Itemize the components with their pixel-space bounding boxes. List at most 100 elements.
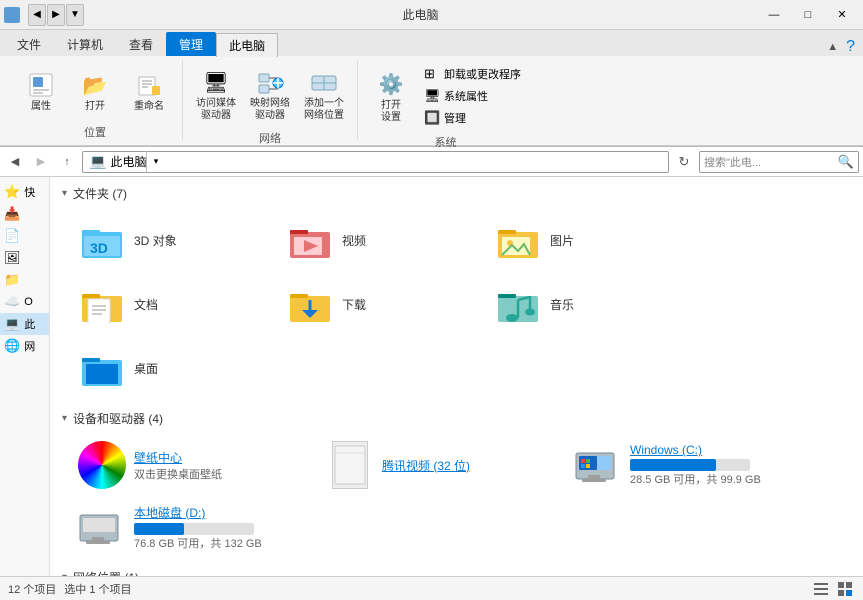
tencent-video-item[interactable]: 腾讯视频 (32 位) — [320, 437, 560, 493]
address-bar: ◀ ▶ ↑ 💻 此电脑 ▾ ↻ 搜索"此电... 🔍 — [0, 147, 863, 177]
grid-view-button[interactable] — [835, 579, 855, 599]
rename-button[interactable]: 重命名 — [124, 67, 174, 115]
system-properties-button[interactable]: 🖥 系统属性 — [420, 86, 525, 106]
properties-button[interactable]: 属性 — [16, 67, 66, 115]
drive-c-item[interactable]: Windows (C:) 28.5 GB 可用，共 99.9 GB — [568, 437, 828, 493]
tencent-video-name: 腾讯视频 (32 位) — [382, 457, 470, 474]
up-button[interactable]: ↑ — [56, 151, 78, 173]
tab-manage[interactable]: 管理 — [166, 32, 216, 56]
tab-computer[interactable]: 计算机 — [54, 32, 116, 56]
drive-d-item[interactable]: 本地磁盘 (D:) 76.8 GB 可用，共 132 GB — [72, 499, 312, 555]
folder-desktop-item[interactable]: 桌面 — [72, 340, 272, 396]
address-dropdown[interactable]: ▾ — [146, 151, 164, 173]
uninstall-button[interactable]: ⊞ 卸载或更改程序 — [420, 64, 525, 84]
pics-icon: 🖼 — [4, 250, 21, 266]
location-group-label: 位置 — [84, 124, 106, 140]
open-settings-button[interactable]: ⚙️ 打开设置 — [366, 66, 416, 126]
settings-label: 打开设置 — [381, 100, 401, 124]
drive-c-name: Windows (C:) — [630, 443, 761, 457]
maximize-button[interactable]: □ — [791, 1, 825, 29]
system-props-icon: 🖥 — [424, 88, 440, 104]
ribbon: 文件 计算机 查看 管理 此电脑 ▲ ? — [0, 30, 863, 147]
manage-icon: 🔲 — [424, 110, 440, 126]
address-path[interactable]: 💻 此电脑 ▾ — [82, 151, 669, 173]
refresh-button[interactable]: ↻ — [673, 151, 695, 173]
folder-docs-item[interactable]: 文档 — [72, 276, 272, 332]
folders-section-header: ▾ 文件夹 (7) — [62, 185, 851, 202]
drive-c-icon — [574, 441, 622, 489]
back-arrow[interactable]: ◀ — [28, 4, 46, 26]
network-toggle[interactable]: ▾ — [62, 572, 67, 576]
properties-icon — [25, 69, 57, 101]
search-box[interactable]: 搜索"此电... 🔍 — [699, 151, 859, 173]
folder-video-item[interactable]: 视频 — [280, 212, 480, 268]
ribbon-group-network: 🖥 访问媒体驱动器 — [183, 60, 358, 140]
sidebar-item-folder[interactable]: 📁 — [0, 269, 49, 291]
folder-music-item[interactable]: 音乐 — [488, 276, 688, 332]
drive-d-info: 本地磁盘 (D:) 76.8 GB 可用，共 132 GB — [134, 504, 262, 551]
sidebar-item-quickaccess[interactable]: ⭐ 快 — [0, 181, 49, 203]
sidebar-item-pics[interactable]: 🖼 — [0, 247, 49, 269]
open-button[interactable]: 📂 打开 — [70, 67, 120, 115]
network-items: 🖥 访问媒体驱动器 — [191, 60, 349, 128]
add-network-label: 添加一个网络位置 — [304, 98, 344, 122]
properties-label: 属性 — [31, 101, 51, 113]
forward-button[interactable]: ▶ — [30, 151, 52, 173]
thispc-icon: 💻 — [4, 316, 20, 332]
access-media-button[interactable]: 🖥 访问媒体驱动器 — [191, 64, 241, 124]
back-button[interactable]: ◀ — [4, 151, 26, 173]
minimize-button[interactable]: — — [757, 1, 791, 29]
folders-grid: 3D 3D 对象 视频 — [62, 212, 851, 396]
window-title: 此电脑 — [84, 6, 757, 23]
tab-file[interactable]: 文件 — [4, 32, 54, 56]
tab-view[interactable]: 查看 — [116, 32, 166, 56]
folders-toggle[interactable]: ▾ — [62, 188, 67, 199]
drive-d-row: 本地磁盘 (D:) 76.8 GB 可用，共 132 GB — [62, 499, 851, 555]
add-network-button[interactable]: 添加一个网络位置 — [299, 64, 349, 124]
drive-d-progress-container — [134, 523, 254, 535]
folder-music-icon — [494, 280, 542, 328]
devices-toggle[interactable]: ▾ — [62, 413, 67, 424]
folder-music-label: 音乐 — [550, 296, 574, 313]
drive-d-icon — [78, 503, 126, 551]
sidebar-item-downloads[interactable]: 📥 — [0, 203, 49, 225]
folders-title: 文件夹 (7) — [73, 185, 127, 202]
wallpaper-center-info: 壁纸中心 双击更换桌面壁纸 — [134, 449, 222, 482]
folder-desktop-label: 桌面 — [134, 360, 158, 377]
quick-access-arrows: ◀ ▶ ▼ — [28, 4, 84, 26]
map-network-button[interactable]: 映射网络驱动器 — [245, 64, 295, 124]
sidebar-item-thispc[interactable]: 💻 此 — [0, 313, 49, 335]
search-placeholder: 搜索"此电... — [704, 154, 761, 170]
folder-3d-label: 3D 对象 — [134, 232, 177, 249]
sidebar-item-network[interactable]: 🌐 网 — [0, 335, 49, 357]
ribbon-group-system: ⚙️ 打开设置 ⊞ 卸载或更改程序 🖥 系统属性 🔲 管理 — [358, 60, 533, 140]
svg-text:3D: 3D — [90, 240, 108, 256]
drive-d-name: 本地磁盘 (D:) — [134, 504, 262, 521]
map-network-label: 映射网络驱动器 — [250, 98, 290, 122]
folder-3d-icon: 3D — [78, 216, 126, 264]
drive-c-info: Windows (C:) 28.5 GB 可用，共 99.9 GB — [630, 443, 761, 487]
sidebar-item-docs[interactable]: 📄 — [0, 225, 49, 247]
wallpaper-center-name: 壁纸中心 — [134, 449, 222, 466]
wallpaper-center-item[interactable]: 壁纸中心 双击更换桌面壁纸 — [72, 437, 312, 493]
devices-title: 设备和驱动器 (4) — [73, 410, 163, 427]
rename-icon — [133, 69, 165, 101]
manage-button[interactable]: 🔲 管理 — [420, 108, 525, 128]
list-view-button[interactable] — [811, 579, 831, 599]
close-button[interactable]: ✕ — [825, 1, 859, 29]
down-arrow[interactable]: ▼ — [66, 4, 84, 26]
folder-download-item[interactable]: 下载 — [280, 276, 480, 332]
open-label: 打开 — [85, 101, 105, 113]
sidebar-item-onedrive[interactable]: ☁️ O — [0, 291, 49, 313]
ribbon-content: 属性 📂 打开 重命 — [0, 56, 863, 146]
folder-3d-item[interactable]: 3D 3D 对象 — [72, 212, 272, 268]
quickaccess-label: 快 — [24, 184, 35, 200]
ribbon-tab-bar: 文件 计算机 查看 管理 此电脑 ▲ ? — [0, 30, 863, 56]
folder-desktop-icon — [78, 344, 126, 392]
title-bar-left: ◀ ▶ ▼ — [4, 4, 84, 26]
ribbon-collapse[interactable]: ▲ ? — [827, 38, 863, 56]
uninstall-icon: ⊞ — [424, 66, 440, 82]
tab-driver-tools[interactable]: 此电脑 — [216, 33, 278, 57]
forward-arrow[interactable]: ▶ — [47, 4, 65, 26]
folder-pic-item[interactable]: 图片 — [488, 212, 688, 268]
